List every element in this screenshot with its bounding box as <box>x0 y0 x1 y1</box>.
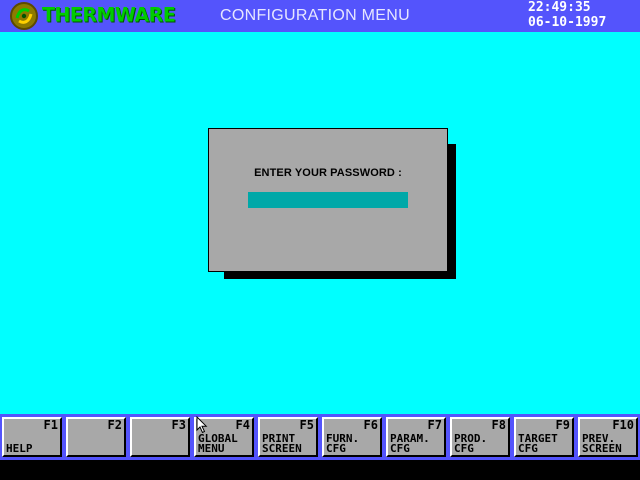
clock-time: 22:49:35 <box>528 0 591 15</box>
function-key-f1[interactable]: F1 HELP <box>2 417 62 457</box>
function-key-label: HELP <box>6 442 33 455</box>
password-prompt-label: ENTER YOUR PASSWORD : <box>254 167 402 179</box>
function-key-label: PARAM. CFG <box>390 432 430 455</box>
function-key-number: F5 <box>299 418 314 432</box>
password-dialog: ENTER YOUR PASSWORD : <box>208 128 448 272</box>
function-key-bar: F1 HELP F2 F3 F4 GLOBAL MENU F5 PRINT SCREEN F6 F… <box>0 414 640 460</box>
function-key-label: FURN. CFG <box>326 432 360 455</box>
function-key-label: PREV. SCREEN <box>582 432 622 455</box>
function-key-f10[interactable]: F10 PREV. SCREEN <box>578 417 638 457</box>
function-key-f7[interactable]: F7 PARAM. CFG <box>386 417 446 457</box>
function-key-f6[interactable]: F6 FURN. CFG <box>322 417 382 457</box>
function-key-number: F6 <box>363 418 378 432</box>
bottom-strip <box>0 460 640 480</box>
function-key-number: F3 <box>171 418 186 432</box>
password-input[interactable] <box>248 192 408 208</box>
mouse-pointer-icon <box>196 416 208 434</box>
function-key-number: F10 <box>612 418 634 432</box>
function-key-number: F9 <box>555 418 570 432</box>
function-key-f3[interactable]: F3 <box>130 417 190 457</box>
function-key-label: TARGET CFG <box>518 432 558 455</box>
function-key-label: GLOBAL MENU <box>198 432 238 455</box>
thermware-logo-icon <box>10 2 38 30</box>
function-key-f8[interactable]: F8 PROD. CFG <box>450 417 510 457</box>
function-key-number: F2 <box>107 418 122 432</box>
function-key-f5[interactable]: F5 PRINT SCREEN <box>258 417 318 457</box>
page-title: CONFIGURATION MENU <box>220 7 410 24</box>
logo-wordmark: THERMWARE <box>42 3 176 27</box>
function-key-number: F4 <box>235 418 250 432</box>
header-bar: THERMWARE CONFIGURATION MENU 22:49:35 06… <box>0 0 640 32</box>
function-key-f9[interactable]: F9 TARGET CFG <box>514 417 574 457</box>
function-key-number: F7 <box>427 418 442 432</box>
function-key-label: PROD. CFG <box>454 432 488 455</box>
function-key-label: PRINT SCREEN <box>262 432 302 455</box>
function-key-f2[interactable]: F2 <box>66 417 126 457</box>
function-key-number: F1 <box>43 418 58 432</box>
clock-date: 06-10-1997 <box>528 15 607 30</box>
function-key-number: F8 <box>491 418 506 432</box>
